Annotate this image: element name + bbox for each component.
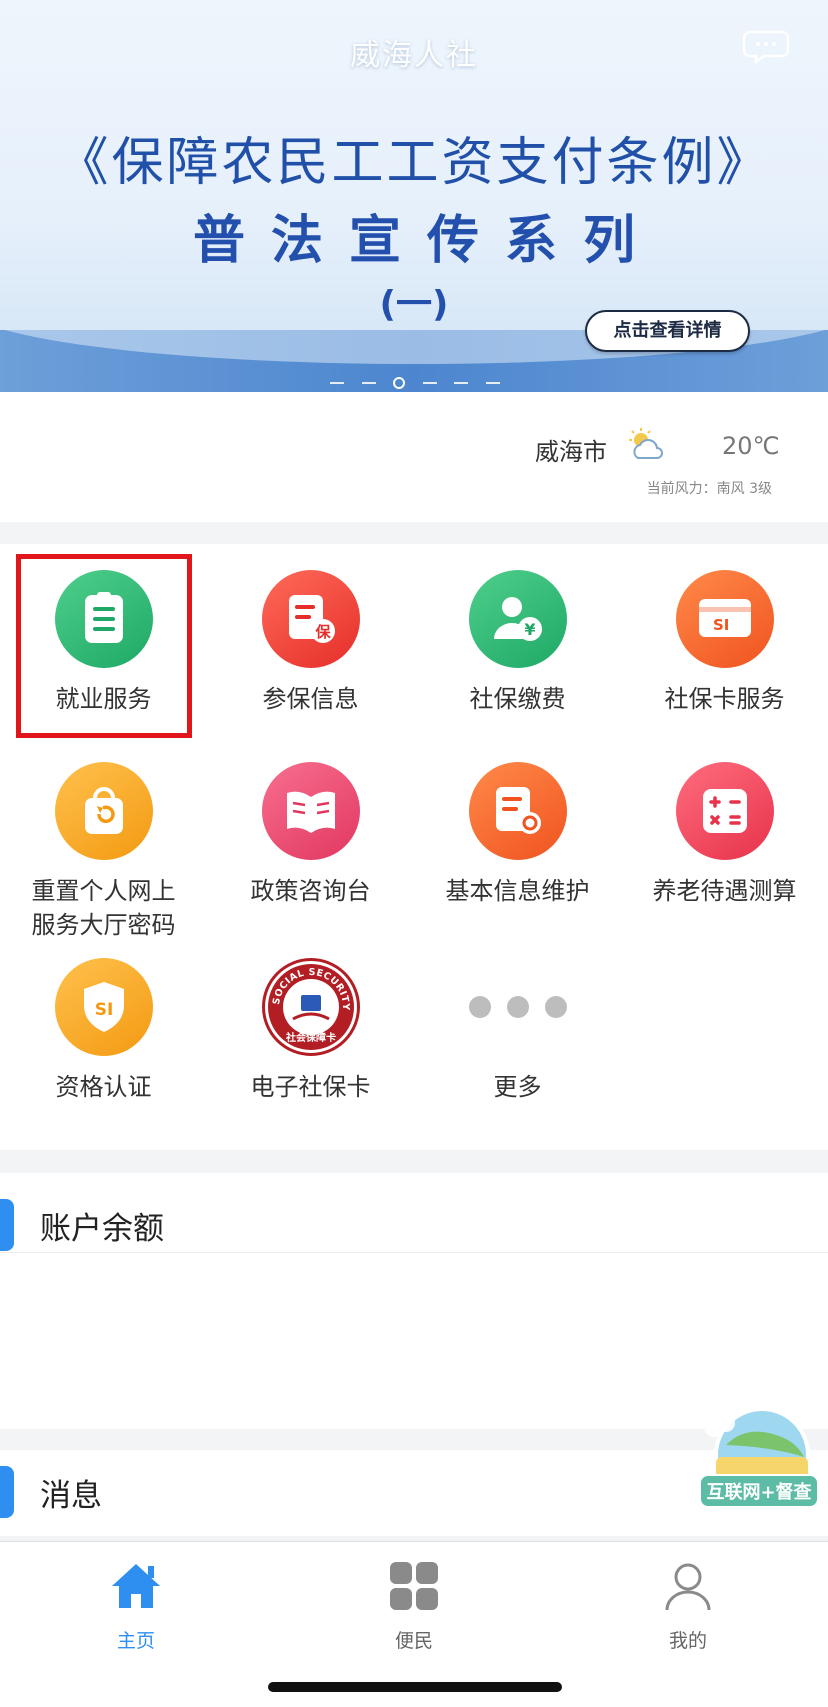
partly-cloudy-icon: [629, 428, 663, 459]
tab-label: 便民: [394, 1630, 433, 1652]
service-label: 养老待遇测算: [652, 877, 797, 905]
si-card-icon: SI: [675, 570, 774, 668]
carousel-dot: [422, 382, 437, 384]
weather-city: 威海市: [535, 438, 607, 466]
carousel-dot: [485, 382, 500, 384]
tab-mine[interactable]: 我的: [618, 1560, 758, 1653]
service-label: 社保缴费: [469, 685, 566, 713]
service-more[interactable]: 更多: [414, 958, 621, 1104]
carousel-dot: [330, 382, 344, 384]
internet-supervision-badge[interactable]: 互联网+督查: [696, 1405, 820, 1513]
calculator-icon: [675, 762, 774, 860]
badge-label: 互联网+督查: [706, 1481, 811, 1503]
person-yen-icon: ¥: [468, 570, 567, 668]
service-label: 参保信息: [262, 685, 359, 713]
person-icon: [665, 1563, 711, 1611]
service-insurance-info[interactable]: 保 参保信息: [207, 570, 414, 716]
divider: [0, 1252, 828, 1253]
service-reset-password[interactable]: 重置个人网上 服务大厅密码: [0, 762, 207, 942]
service-payment[interactable]: ¥ 社保缴费: [414, 570, 621, 716]
svg-text:SI: SI: [713, 616, 729, 634]
view-details-button[interactable]: 点击查看详情: [585, 310, 750, 352]
app-title: 威海人社: [350, 38, 478, 73]
promo-banner[interactable]: 威海人社 《保障农民工工资支付条例》 普法宣传系列 (一) 点击查看详情: [0, 0, 828, 392]
section-accent-bar: [0, 1199, 14, 1251]
service-basic-info[interactable]: 基本信息维护: [414, 762, 621, 908]
home-icon: [112, 1564, 160, 1608]
service-e-si-card[interactable]: SOCIAL SECURITY CARD 社会保障卡 电子社保卡: [207, 958, 414, 1104]
service-label: 基本信息维护: [445, 877, 590, 905]
reset-bag-icon: [54, 762, 153, 860]
weather-wind: 当前风力：南风 3级: [646, 481, 772, 497]
tab-label: 我的: [668, 1630, 707, 1652]
weather-panel: 威海市 20℃ 当前风力：南风 3级: [0, 392, 828, 522]
banner-headline: 《保障农民工工资支付条例》: [56, 133, 772, 193]
social-security-card-logo: SOCIAL SECURITY CARD 社会保障卡: [261, 958, 360, 1056]
tab-convenience[interactable]: 便民: [344, 1560, 484, 1653]
svg-text:保: 保: [314, 623, 331, 641]
section-title: 账户余额: [40, 1211, 164, 1247]
service-label: 社保卡服务: [664, 685, 785, 713]
service-label-line1: 重置个人网上: [31, 877, 176, 905]
service-label: 政策咨询台: [250, 877, 371, 905]
banner-subline: 普法宣传系列: [192, 211, 661, 271]
doc-gear-icon: [468, 762, 567, 860]
account-balance-section[interactable]: 账户余额: [0, 1173, 828, 1429]
si-shield-icon: SI: [54, 958, 153, 1056]
chat-bubble-icon[interactable]: [742, 28, 790, 64]
service-policy-consult[interactable]: 政策咨询台: [207, 762, 414, 908]
svg-text:¥: ¥: [524, 620, 535, 639]
section-title: 消息: [40, 1478, 102, 1514]
card-logo-inner-text: 社会保障卡: [285, 1031, 336, 1044]
app-root: 威海人社 《保障农民工工资支付条例》 普法宣传系列 (一) 点击查看详情 威海市: [0, 0, 828, 1707]
grid-icon: [390, 1562, 438, 1610]
carousel-dot: [361, 382, 376, 384]
service-si-card[interactable]: SI 社保卡服务: [621, 570, 828, 716]
open-book-icon: [261, 762, 360, 860]
svg-text:SI: SI: [94, 1000, 113, 1020]
carousel-dot-active: [393, 377, 406, 389]
home-indicator[interactable]: [268, 1682, 562, 1692]
service-label: 更多: [493, 1073, 542, 1101]
service-pension-calc[interactable]: 养老待遇测算: [621, 762, 828, 908]
insurance-doc-icon: 保: [261, 570, 360, 668]
service-label: 资格认证: [55, 1073, 152, 1101]
carousel-indicator[interactable]: [330, 376, 500, 390]
carousel-dot: [454, 382, 469, 384]
tab-label: 主页: [116, 1630, 155, 1652]
service-label: 重置个人网上 服务大厅密码: [0, 874, 207, 942]
section-accent-bar: [0, 1466, 14, 1518]
service-label: 电子社保卡: [250, 1073, 371, 1101]
service-label-line2: 服务大厅密码: [31, 911, 176, 939]
more-dots-icon: [414, 958, 621, 1056]
highlight-annotation-box: [16, 554, 192, 738]
service-qualification[interactable]: SI 资格认证: [0, 958, 207, 1104]
tab-home[interactable]: 主页: [66, 1560, 206, 1653]
weather-temperature: 20℃: [722, 432, 780, 460]
